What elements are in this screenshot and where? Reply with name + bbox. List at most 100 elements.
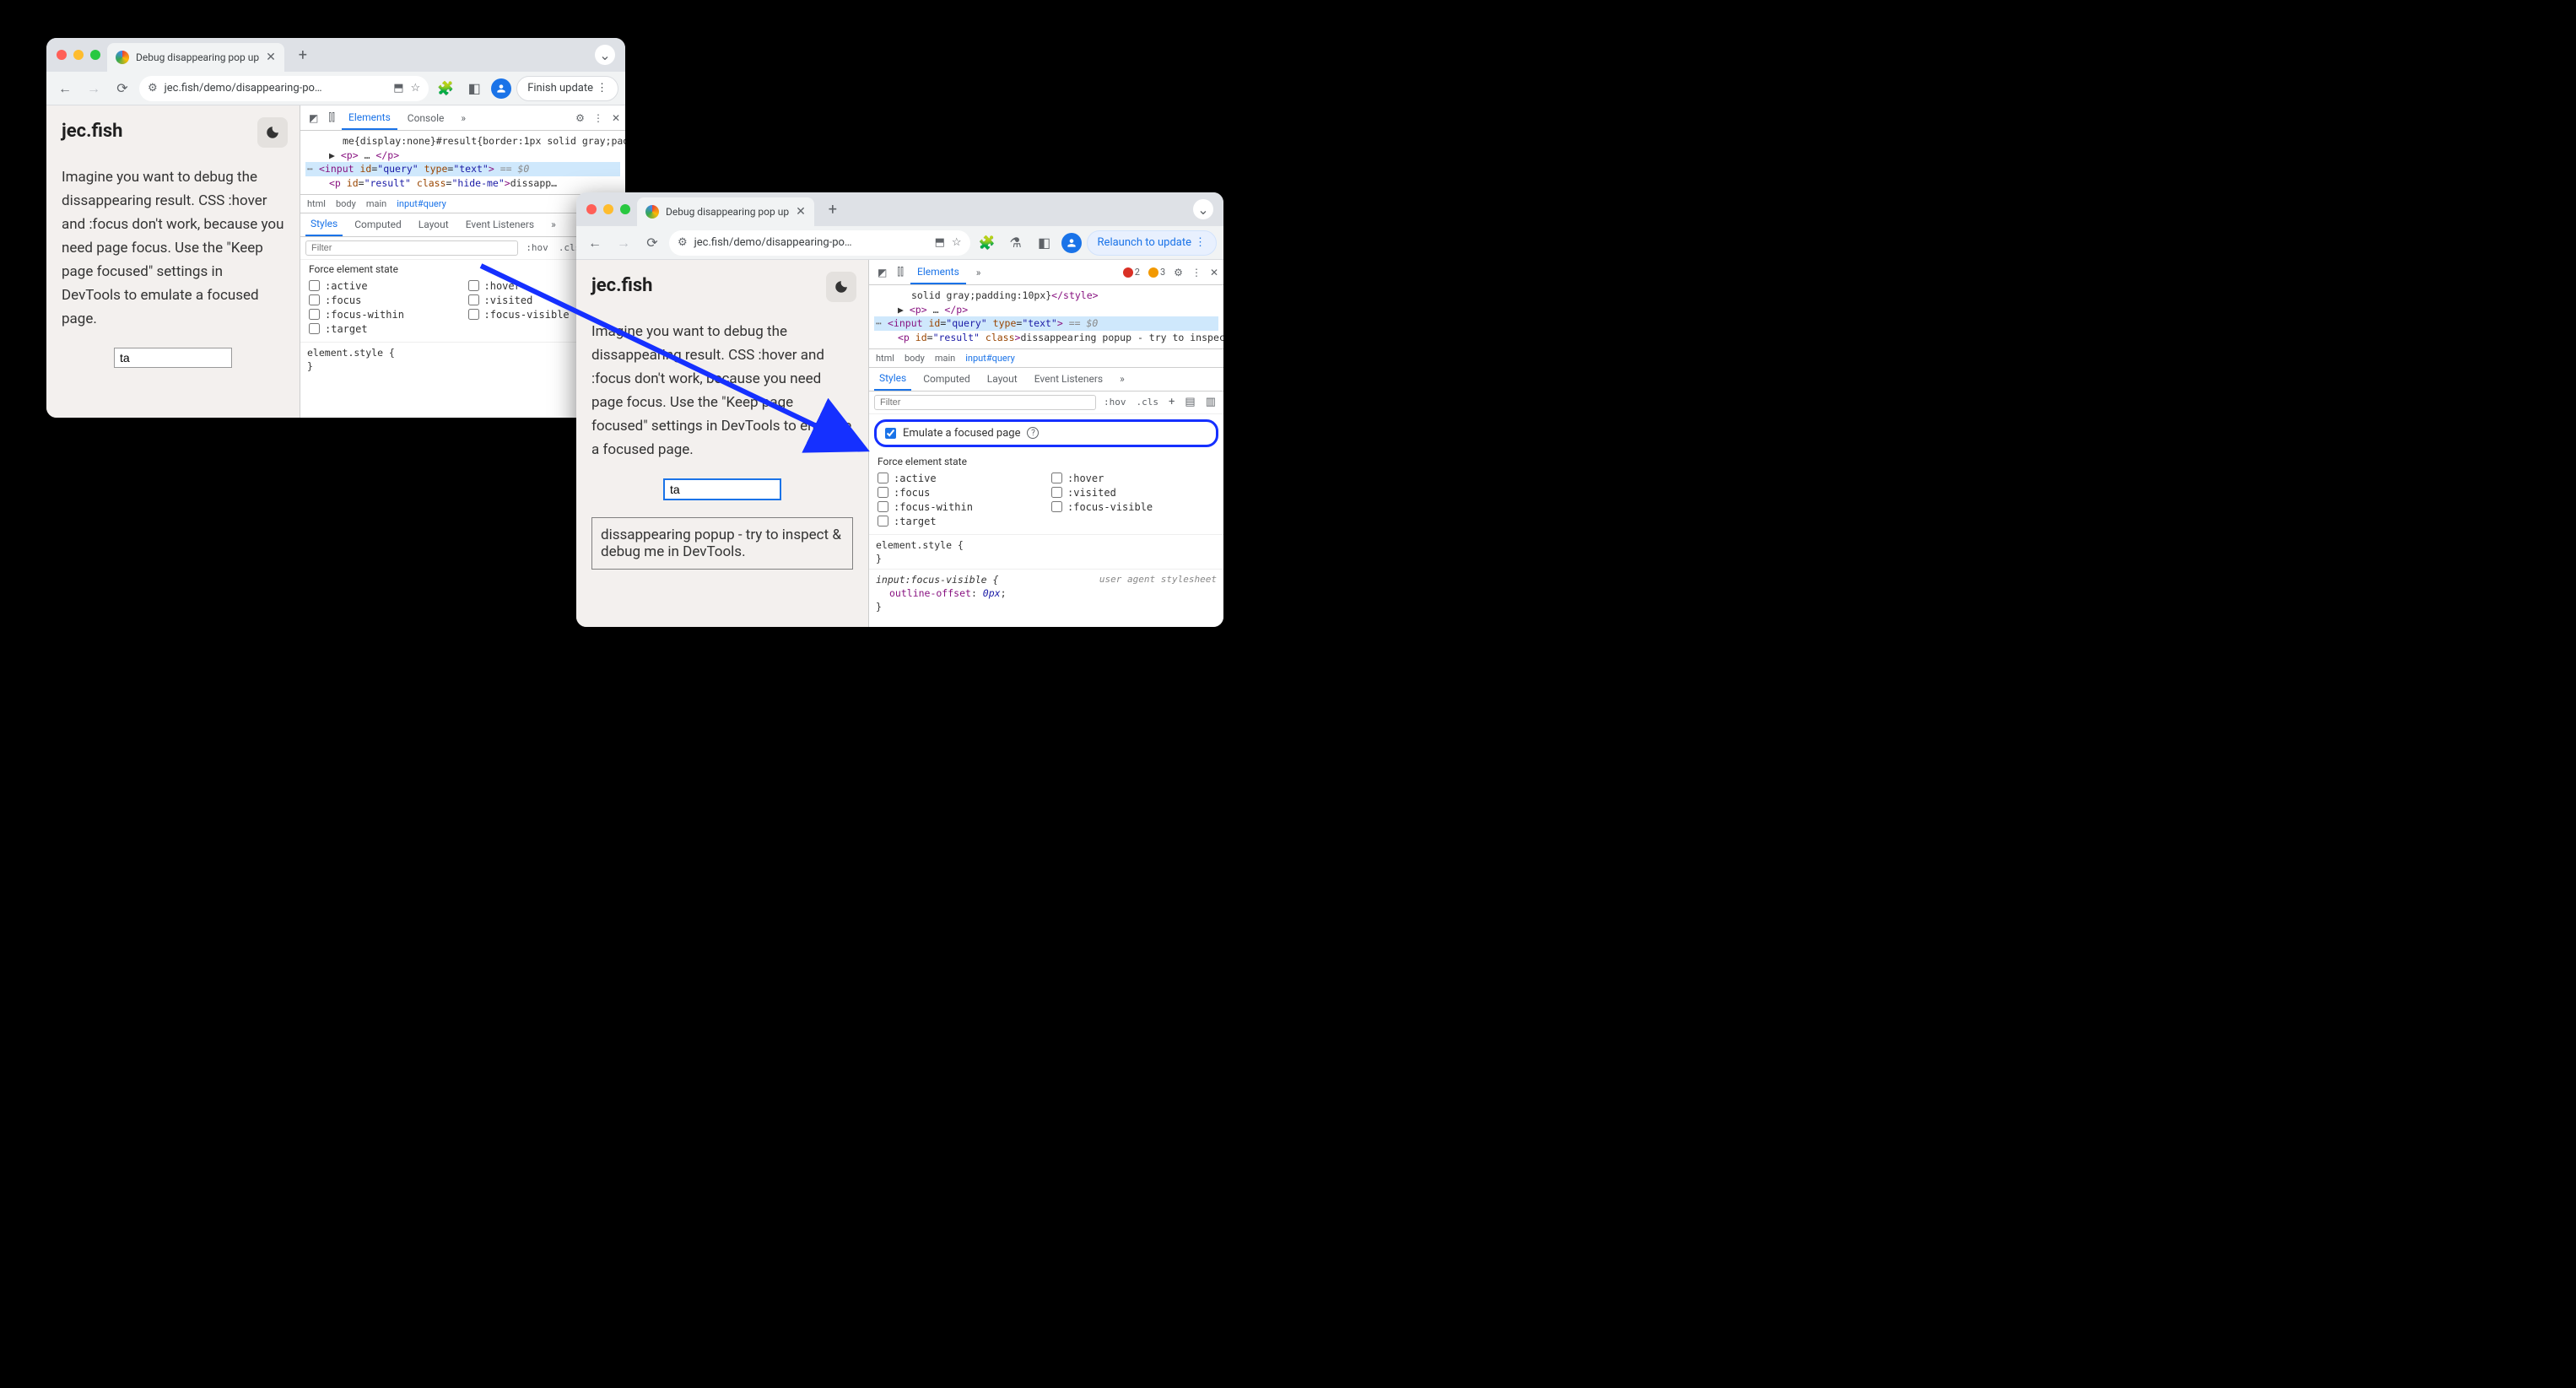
extensions-icon[interactable]: 🧩	[975, 231, 999, 255]
kebab-icon[interactable]: ⋮	[1191, 267, 1202, 278]
device-toggle-icon[interactable]: ⫿⫿	[894, 266, 907, 278]
dom-tree[interactable]: solid gray;padding:10px}</style> ▶ <p> ……	[869, 285, 1223, 348]
panel-layout-icon[interactable]: ▥	[1203, 396, 1218, 408]
maximize-window-icon[interactable]	[90, 50, 100, 60]
subtab-styles[interactable]: Styles	[874, 368, 911, 391]
state-visited[interactable]: :visited	[1051, 487, 1215, 499]
close-devtools-icon[interactable]: ✕	[1210, 267, 1218, 278]
address-bar[interactable]: ⚙ jec.fish/demo/disappearing-po… ⬒ ☆	[139, 76, 429, 101]
subtab-more-icon[interactable]: »	[546, 213, 561, 236]
tab-search-button[interactable]: ⌄	[595, 45, 615, 65]
state-active[interactable]: :active	[309, 280, 458, 292]
warning-count[interactable]: 3	[1148, 267, 1165, 278]
subtab-styles[interactable]: Styles	[305, 213, 343, 236]
state-focus[interactable]: :focus	[309, 294, 458, 306]
relaunch-update-button[interactable]: Relaunch to update⋮	[1087, 230, 1217, 256]
close-window-icon[interactable]	[57, 50, 67, 60]
filter-input[interactable]	[305, 240, 518, 256]
state-target[interactable]: :target	[309, 323, 458, 335]
subtab-computed[interactable]: Computed	[349, 213, 407, 236]
subtab-computed[interactable]: Computed	[918, 368, 975, 391]
inspect-icon[interactable]: ◩	[874, 267, 890, 278]
tab-more-icon[interactable]: »	[454, 105, 473, 130]
help-icon[interactable]: ?	[1027, 427, 1039, 439]
settings-icon[interactable]: ⚙	[575, 112, 585, 124]
subtab-listeners[interactable]: Event Listeners	[1029, 368, 1108, 391]
minimize-window-icon[interactable]	[603, 204, 613, 214]
css-focus-visible-rule[interactable]: user agent stylesheet input:focus-visibl…	[869, 569, 1223, 617]
state-target[interactable]: :target	[878, 516, 1041, 527]
browser-tab[interactable]: Debug disappearing pop up ✕	[107, 43, 284, 72]
new-tab-button[interactable]: +	[291, 43, 315, 67]
subtab-more-icon[interactable]: »	[1115, 368, 1130, 391]
profile-avatar[interactable]	[1061, 233, 1082, 253]
back-button[interactable]: ←	[583, 231, 607, 255]
forward-button[interactable]: →	[612, 231, 635, 255]
tab-console[interactable]: Console	[401, 105, 451, 130]
state-focus-within[interactable]: :focus-within	[878, 501, 1041, 513]
computed-sidebar-icon[interactable]: ▤	[1182, 396, 1197, 408]
tab-search-button[interactable]: ⌄	[1193, 199, 1213, 219]
hov-toggle[interactable]: :hov	[1101, 397, 1129, 408]
toolbar: ← → ⟳ ⚙ jec.fish/demo/disappearing-po… ⬒…	[46, 72, 625, 105]
forward-button[interactable]: →	[82, 77, 105, 100]
selected-dom-node[interactable]: <input id="query" type="text"> == $0	[305, 162, 620, 176]
query-input[interactable]	[663, 478, 781, 500]
bookmark-icon[interactable]: ☆	[952, 236, 962, 249]
subtab-layout[interactable]: Layout	[982, 368, 1023, 391]
tab-elements[interactable]: Elements	[342, 105, 397, 130]
selected-dom-node[interactable]: <input id="query" type="text"> == $0	[874, 316, 1218, 331]
result-popup: dissappearing popup - try to inspect & d…	[591, 517, 853, 570]
browser-tab[interactable]: Debug disappearing pop up ✕	[637, 197, 814, 226]
inspect-icon[interactable]: ◩	[305, 112, 321, 124]
query-input[interactable]	[114, 348, 232, 368]
css-element-style[interactable]: element.style { }	[869, 534, 1223, 569]
force-state-label: Force element state	[869, 452, 1223, 471]
tab-close-icon[interactable]: ✕	[796, 205, 806, 219]
sidepanel-icon[interactable]: ◧	[1033, 231, 1056, 255]
settings-icon[interactable]: ⚙	[1174, 267, 1183, 278]
filter-input[interactable]	[874, 395, 1096, 410]
error-count[interactable]: 2	[1123, 267, 1140, 278]
emulate-checkbox[interactable]	[885, 428, 896, 439]
site-settings-icon[interactable]: ⚙	[148, 82, 158, 95]
dark-mode-toggle[interactable]	[826, 272, 856, 302]
back-button[interactable]: ←	[53, 77, 77, 100]
subtab-layout[interactable]: Layout	[413, 213, 454, 236]
maximize-window-icon[interactable]	[620, 204, 630, 214]
labs-icon[interactable]: ⚗	[1004, 231, 1028, 255]
close-window-icon[interactable]	[586, 204, 597, 214]
install-app-icon[interactable]: ⬒	[393, 82, 403, 95]
reload-button[interactable]: ⟳	[111, 77, 134, 100]
state-hover[interactable]: :hover	[1051, 473, 1215, 484]
reload-button[interactable]: ⟳	[640, 231, 664, 255]
tab-close-icon[interactable]: ✕	[266, 51, 276, 64]
cls-toggle[interactable]: .cls	[1134, 397, 1162, 408]
profile-avatar[interactable]	[491, 78, 511, 99]
sidepanel-icon[interactable]: ◧	[462, 77, 486, 100]
site-settings-icon[interactable]: ⚙	[678, 236, 688, 249]
address-bar[interactable]: ⚙ jec.fish/demo/disappearing-po… ⬒ ☆	[669, 230, 970, 256]
dark-mode-toggle[interactable]	[257, 117, 288, 148]
add-rule-icon[interactable]: +	[1166, 396, 1177, 408]
install-app-icon[interactable]: ⬒	[935, 236, 945, 249]
extensions-icon[interactable]: 🧩	[434, 77, 457, 100]
subtab-listeners[interactable]: Event Listeners	[461, 213, 539, 236]
device-toggle-icon[interactable]: ⫿⫿	[325, 111, 338, 124]
emulate-focused-page[interactable]: Emulate a focused page ?	[874, 419, 1218, 447]
kebab-icon[interactable]: ⋮	[593, 112, 603, 124]
dom-tree[interactable]: me{display:none}#result{border:1px solid…	[300, 131, 625, 194]
breadcrumb[interactable]: html body main input#query	[869, 348, 1223, 368]
hov-toggle[interactable]: :hov	[523, 242, 551, 253]
finish-update-button[interactable]: Finish update⋮	[516, 76, 618, 101]
tab-elements[interactable]: Elements	[910, 260, 966, 284]
state-focus-visible[interactable]: :focus-visible	[1051, 501, 1215, 513]
minimize-window-icon[interactable]	[73, 50, 84, 60]
state-active[interactable]: :active	[878, 473, 1041, 484]
tab-more-icon[interactable]: »	[969, 260, 988, 284]
bookmark-icon[interactable]: ☆	[411, 82, 421, 95]
new-tab-button[interactable]: +	[821, 197, 845, 221]
state-focus[interactable]: :focus	[878, 487, 1041, 499]
state-focus-within[interactable]: :focus-within	[309, 309, 458, 321]
close-devtools-icon[interactable]: ✕	[612, 112, 620, 124]
